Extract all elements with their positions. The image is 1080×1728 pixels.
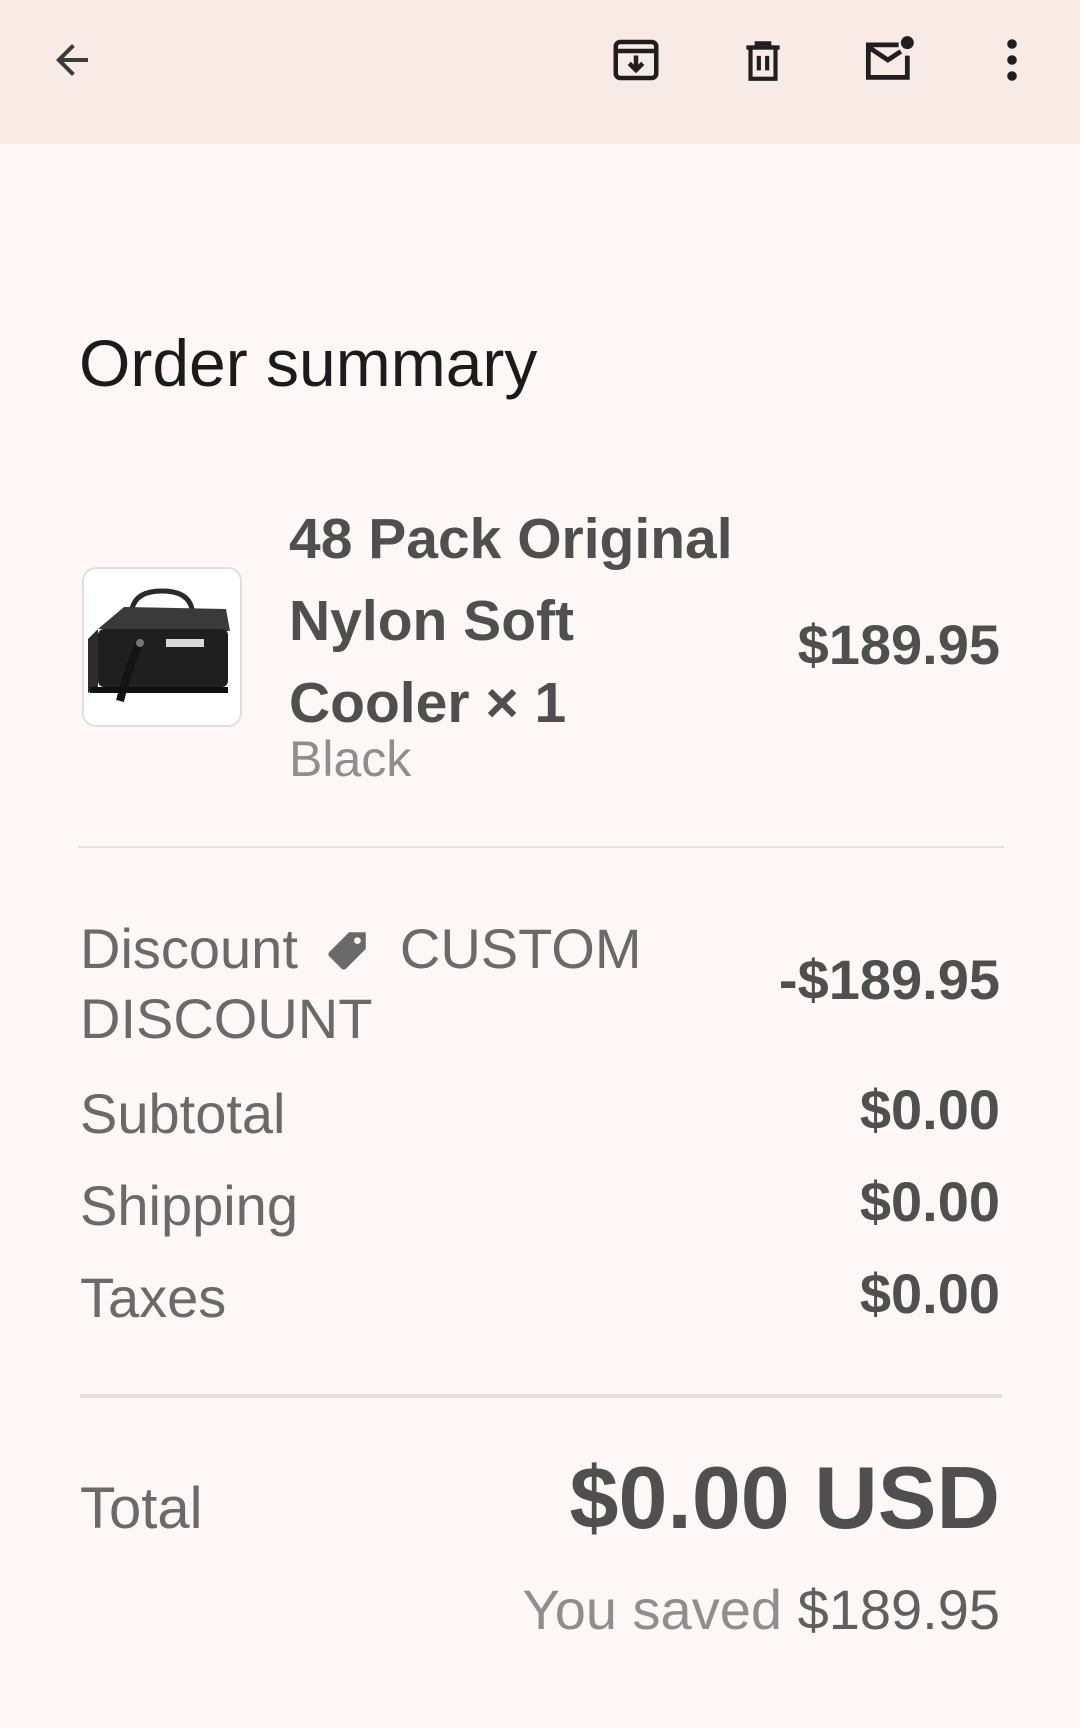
taxes-label: Taxes [80,1266,227,1329]
delete-button[interactable] [723,20,803,100]
total-value: $0.00 USD [569,1448,1000,1547]
trash-icon [746,41,780,81]
divider [78,846,1004,848]
arrow-back-icon [56,44,88,76]
order-summary-title: Order summary [79,326,538,400]
product-price: $189.95 [797,613,1000,676]
taxes-value: $0.00 [859,1262,1000,1325]
more-options-button[interactable] [972,20,1052,100]
product-name[interactable]: 48 Pack Original Nylon Soft Cooler × 1 [289,498,759,744]
savings-amount: $189.95 [797,1578,1000,1641]
product-variant: Black [289,731,412,787]
subtotal-value: $0.00 [859,1078,1000,1141]
shipping-value: $0.00 [859,1170,1000,1233]
back-button[interactable] [32,20,112,100]
discount-label-row: Discount CUSTOM DISCOUNT [80,914,680,1054]
total-label: Total [80,1476,203,1541]
divider [80,1394,1002,1398]
discount-value: -$189.95 [778,948,1000,1011]
discount-label: Discount [80,917,298,980]
savings-label: You saved [522,1578,783,1641]
savings-line: You saved $189.95 [523,1582,1001,1638]
more-vert-icon [1007,39,1017,81]
tag-icon [322,922,372,972]
top-app-bar [0,0,1080,144]
archive-icon [613,39,659,81]
mark-unread-button[interactable] [850,20,930,100]
mark-unread-icon [865,36,914,80]
shipping-label: Shipping [80,1174,298,1237]
subtotal-label: Subtotal [80,1082,286,1145]
cooler-bag-image [84,569,240,725]
email-body: Order summary 48 Pack Original Nylon Sof… [0,144,1080,1728]
archive-button[interactable] [596,20,676,100]
product-thumbnail [82,567,242,727]
